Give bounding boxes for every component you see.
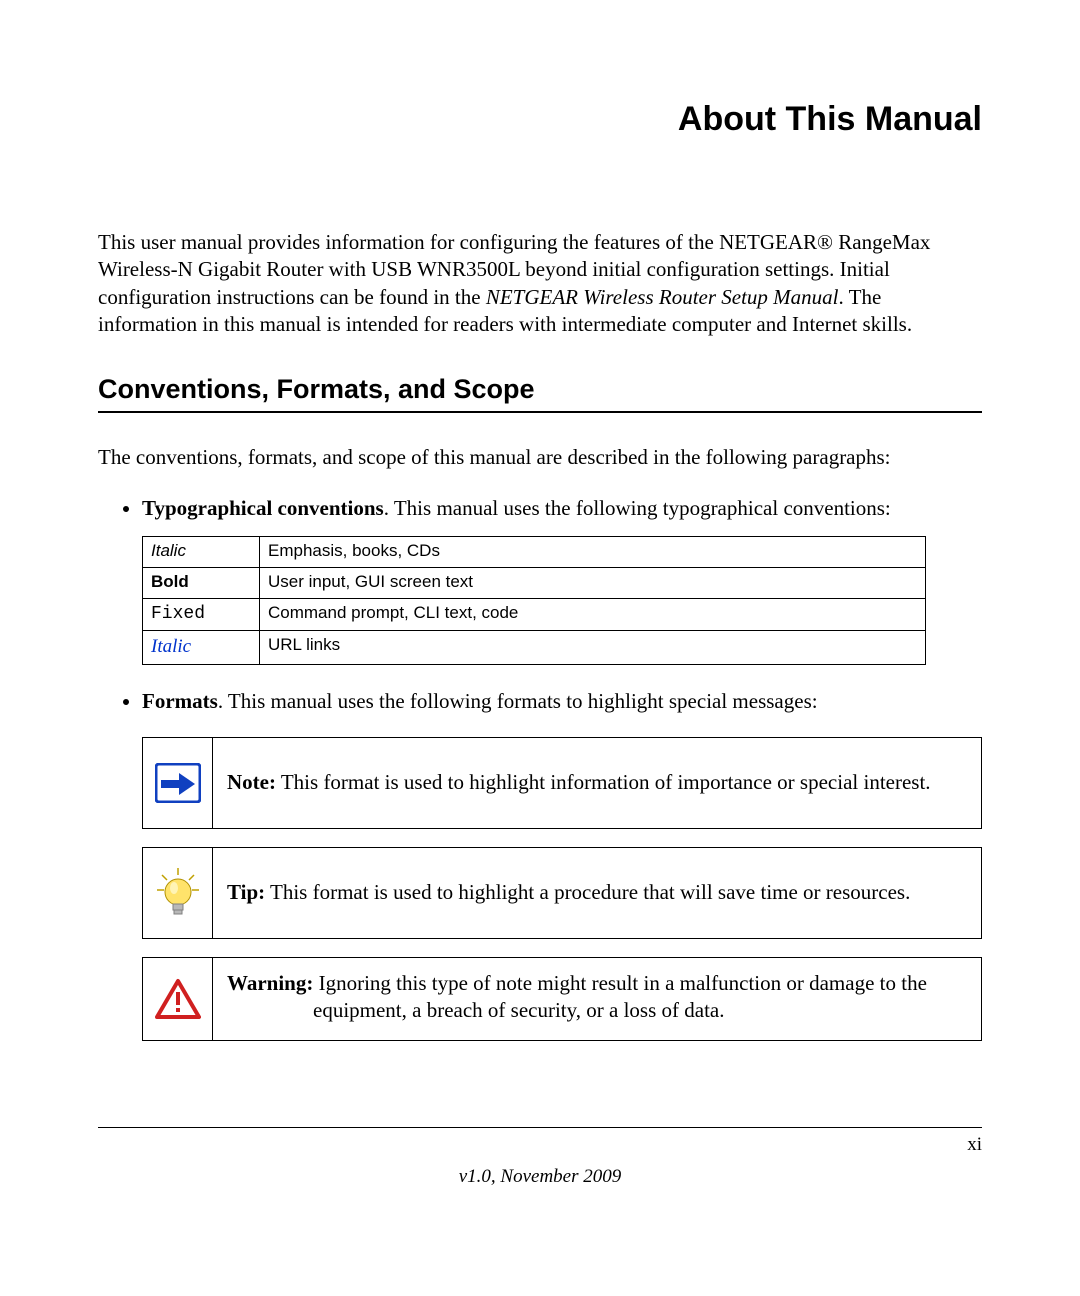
conv-desc: Command prompt, CLI text, code	[260, 598, 926, 630]
bullet-formats-rest: . This manual uses the following formats…	[218, 689, 818, 713]
lightbulb-icon	[153, 866, 203, 920]
intro-paragraph: This user manual provides information fo…	[98, 229, 982, 338]
warning-triangle-icon	[155, 978, 201, 1020]
note-lead: Note:	[227, 770, 276, 794]
bullet-typographical: Typographical conventions. This manual u…	[142, 494, 982, 665]
conv-desc: URL links	[260, 631, 926, 665]
table-row: Bold User input, GUI screen text	[143, 567, 926, 598]
table-row: Italic Emphasis, books, CDs	[143, 536, 926, 567]
tip-lead: Tip:	[227, 880, 265, 904]
conv-label: Bold	[151, 572, 189, 591]
warning-icon-cell	[143, 958, 213, 1040]
tip-body: Tip: This format is used to highlight a …	[213, 848, 981, 938]
tip-callout: Tip: This format is used to highlight a …	[142, 847, 982, 939]
warning-callout: Warning: Ignoring this type of note migh…	[142, 957, 982, 1041]
tip-icon-cell	[143, 848, 213, 938]
warning-text-1: Ignoring this type of note might result …	[313, 971, 927, 995]
conv-desc: User input, GUI screen text	[260, 567, 926, 598]
intro-text-italic: NETGEAR Wireless Router Setup Manual	[486, 285, 839, 309]
note-icon-cell	[143, 738, 213, 828]
note-text: This format is used to highlight informa…	[276, 770, 931, 794]
bullet-typo-lead: Typographical conventions	[142, 496, 384, 520]
conv-desc: Emphasis, books, CDs	[260, 536, 926, 567]
arrow-right-icon	[155, 763, 201, 803]
page-title: About This Manual	[98, 100, 982, 139]
bullet-formats: Formats. This manual uses the following …	[142, 687, 982, 1041]
bullet-formats-lead: Formats	[142, 689, 218, 713]
table-row: Italic URL links	[143, 631, 926, 665]
conventions-table: Italic Emphasis, books, CDs Bold User in…	[142, 536, 926, 665]
tip-text: This format is used to highlight a proce…	[265, 880, 910, 904]
conv-label: Italic	[151, 636, 191, 657]
section-heading: Conventions, Formats, and Scope	[98, 374, 982, 405]
section-rule	[98, 411, 982, 413]
note-callout: Note: This format is used to highlight i…	[142, 737, 982, 829]
footer-rule	[98, 1127, 982, 1128]
conv-label: Fixed	[151, 604, 205, 624]
note-body: Note: This format is used to highlight i…	[213, 738, 981, 828]
footer-version: v1.0, November 2009	[0, 1166, 1080, 1188]
bullet-typo-rest: . This manual uses the following typogra…	[384, 496, 891, 520]
table-row: Fixed Command prompt, CLI text, code	[143, 598, 926, 630]
warning-lead: Warning:	[227, 971, 313, 995]
footer-page-number: xi	[967, 1134, 982, 1156]
bullet-list: Typographical conventions. This manual u…	[98, 494, 982, 1042]
warning-text-2: equipment, a breach of security, or a lo…	[227, 997, 967, 1024]
warning-body: Warning: Ignoring this type of note migh…	[213, 958, 981, 1040]
section-intro: The conventions, formats, and scope of t…	[98, 443, 982, 471]
manual-page: About This Manual This user manual provi…	[0, 0, 1080, 1296]
conv-label: Italic	[151, 541, 186, 560]
